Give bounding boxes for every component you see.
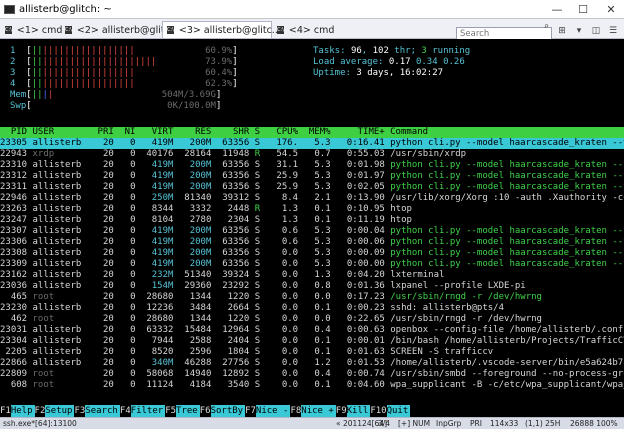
process-row[interactable]: 22943 xrdp 20 0 40176 28164 11948 R 54.5… (0, 149, 624, 160)
status-tab-index: 3/4 (378, 419, 391, 428)
console-icon: C:\ (65, 26, 72, 34)
dropdown-icon[interactable]: ▾ (572, 24, 586, 38)
console-icon: C:\ (5, 26, 12, 34)
function-key-bar: F1 Help F2 Setup F3 Search F4 Filter F5 Tree F6 Sor… (0, 405, 624, 417)
search-box: ⌕ (456, 21, 552, 41)
tab-2[interactable]: C:\ <2> allisterb@glitc...[*] (60, 21, 191, 38)
status-inpgrp: InpGrp (436, 419, 462, 428)
add-tab-icon[interactable]: ⊞ (555, 24, 569, 38)
tasks-summary: Tasks: 96, 102 thr; 3 running (313, 46, 471, 56)
search-icon[interactable]: ⌕ (544, 22, 549, 32)
status-cursor: (1,1) 25H (525, 419, 561, 428)
process-table-header[interactable]: PID USER PRI NI VIRT RES SHR S CPU% MEM%… (0, 127, 624, 138)
console-icon: C:\ (277, 26, 284, 34)
process-row[interactable]: 23308 allisterb 20 0 419M 200M 63356 S 0… (0, 248, 624, 259)
process-row[interactable]: 22866 allisterb 20 0 340M 46288 27756 S … (0, 358, 624, 369)
status-num: [+] NUM (398, 419, 431, 428)
terminal-area[interactable]: 1 [||||||||||||||||||| 60.9%] 2 [||||||||… (0, 39, 624, 417)
cpu-meter-2: 2 [||||||||||||||||||||||| 73.9%] (10, 57, 238, 67)
process-row[interactable]: 23304 allisterb 20 0 7944 2588 2404 S 0.… (0, 336, 624, 347)
minimize-icon[interactable]: — (544, 0, 570, 18)
fkey-sortby[interactable]: F6 SortBy (199, 405, 246, 417)
process-row[interactable]: 23036 allisterb 20 0 154M 29360 23292 S … (0, 281, 624, 292)
close-icon[interactable]: ✕ (598, 0, 624, 18)
console-icon: C:\ (167, 26, 174, 34)
mem-meter: Mem[|||| 504M/3.69G] (10, 90, 222, 100)
process-row[interactable]: 23306 allisterb 20 0 419M 200M 63356 S 0… (0, 237, 624, 248)
process-row[interactable]: 462 root 20 0 28680 1344 1220 S 0.0 0.0 … (0, 314, 624, 325)
swp-meter: Swp[ 0K/100.0M] (10, 101, 222, 111)
fkey-quit[interactable]: F10 Quit (370, 405, 411, 417)
load-average: Load average: 0.17 0.34 0.26 (313, 57, 465, 67)
terminal-app-icon (4, 4, 15, 14)
status-bar: ssh.exe*[64]:13100 « 201124[64] 3/4 [+] … (0, 417, 624, 429)
process-row[interactable]: 23247 allisterb 20 0 8104 2780 2304 S 1.… (0, 215, 624, 226)
tab-tools: ⌕ ⊞ ▾ ◫ ☰ (456, 21, 620, 41)
fkey-filter[interactable]: F4 Filter (119, 405, 166, 417)
process-row[interactable]: 23309 allisterb 20 0 419M 200M 63356 S 0… (0, 259, 624, 270)
window-title: allisterb@glitch: ~ (19, 3, 112, 15)
process-row[interactable]: 23311 allisterb 20 0 419M 200M 63356 S 2… (0, 182, 624, 193)
tab-3[interactable]: C:\ <3> allisterb@glitc... (162, 21, 281, 38)
fkey-tree[interactable]: F5 Tree (165, 405, 200, 417)
process-row[interactable]: 23312 allisterb 20 0 419M 200M 63356 S 2… (0, 171, 624, 182)
window-titlebar: allisterb@glitch: ~ — ☐ ✕ (0, 0, 624, 19)
process-row[interactable]: 23305 allisterb 20 0 419M 200M 63356 S 1… (0, 138, 624, 149)
cpu-meter-3: 3 [||||||||||||||||||| 60.4%] (10, 68, 238, 78)
process-row[interactable]: 608 root 20 0 11124 4184 3540 S 0.0 0.1 … (0, 380, 624, 391)
status-pri: PRI (470, 419, 482, 428)
cpu-meter-1: 1 [||||||||||||||||||| 60.9%] (10, 46, 238, 56)
process-row[interactable]: 23310 allisterb 20 0 419M 200M 63356 S 3… (0, 160, 624, 171)
fkey-setup[interactable]: F2 Setup (34, 405, 75, 417)
process-row[interactable]: 22809 root 20 0 58068 14940 12892 S 0.0 … (0, 369, 624, 380)
process-row[interactable]: 465 root 20 0 28680 1344 1220 S 0.0 0.0 … (0, 292, 624, 303)
process-row[interactable]: 23031 allisterb 20 0 63332 15484 12964 S… (0, 325, 624, 336)
fkey-nice[interactable]: F8 Nice + (290, 405, 336, 417)
process-row[interactable]: 23263 allisterb 20 0 8344 3332 2448 R 1.… (0, 204, 624, 215)
fkey-search[interactable]: F3 Search (74, 405, 120, 417)
status-pid: 26888 100% (570, 419, 618, 428)
status-process: ssh.exe*[64]:13100 (3, 419, 77, 428)
fkey-help[interactable]: F1 Help (0, 405, 35, 417)
tab-4[interactable]: C:\ <4> cmd (272, 21, 334, 38)
process-row[interactable]: 22946 allisterb 20 0 250M 81340 39312 S … (0, 193, 624, 204)
process-row[interactable]: 23307 allisterb 20 0 419M 200M 63356 S 0… (0, 226, 624, 237)
uptime: Uptime: 3 days, 16:02:27 (313, 68, 444, 78)
cpu-meter-4: 4 [||||||||||||||||||| 62.3%] (10, 79, 238, 89)
menu-icon[interactable]: ☰ (606, 24, 620, 38)
process-row[interactable]: 23230 allisterb 20 0 12236 3484 2664 S 0… (0, 303, 624, 314)
tab-1[interactable]: C:\ <1> cmd (0, 21, 62, 38)
split-icon[interactable]: ◫ (589, 24, 603, 38)
fkey-kill[interactable]: F9 Kill (335, 405, 371, 417)
maximize-icon[interactable]: ☐ (570, 0, 596, 18)
process-row[interactable]: 2205 allisterb 20 0 8520 2596 1804 S 0.0… (0, 347, 624, 358)
status-size: 114x33 (490, 419, 519, 428)
process-row[interactable]: 23162 allisterb 20 0 232M 51340 39324 S … (0, 270, 624, 281)
fkey-nice[interactable]: F7 Nice - (245, 405, 291, 417)
